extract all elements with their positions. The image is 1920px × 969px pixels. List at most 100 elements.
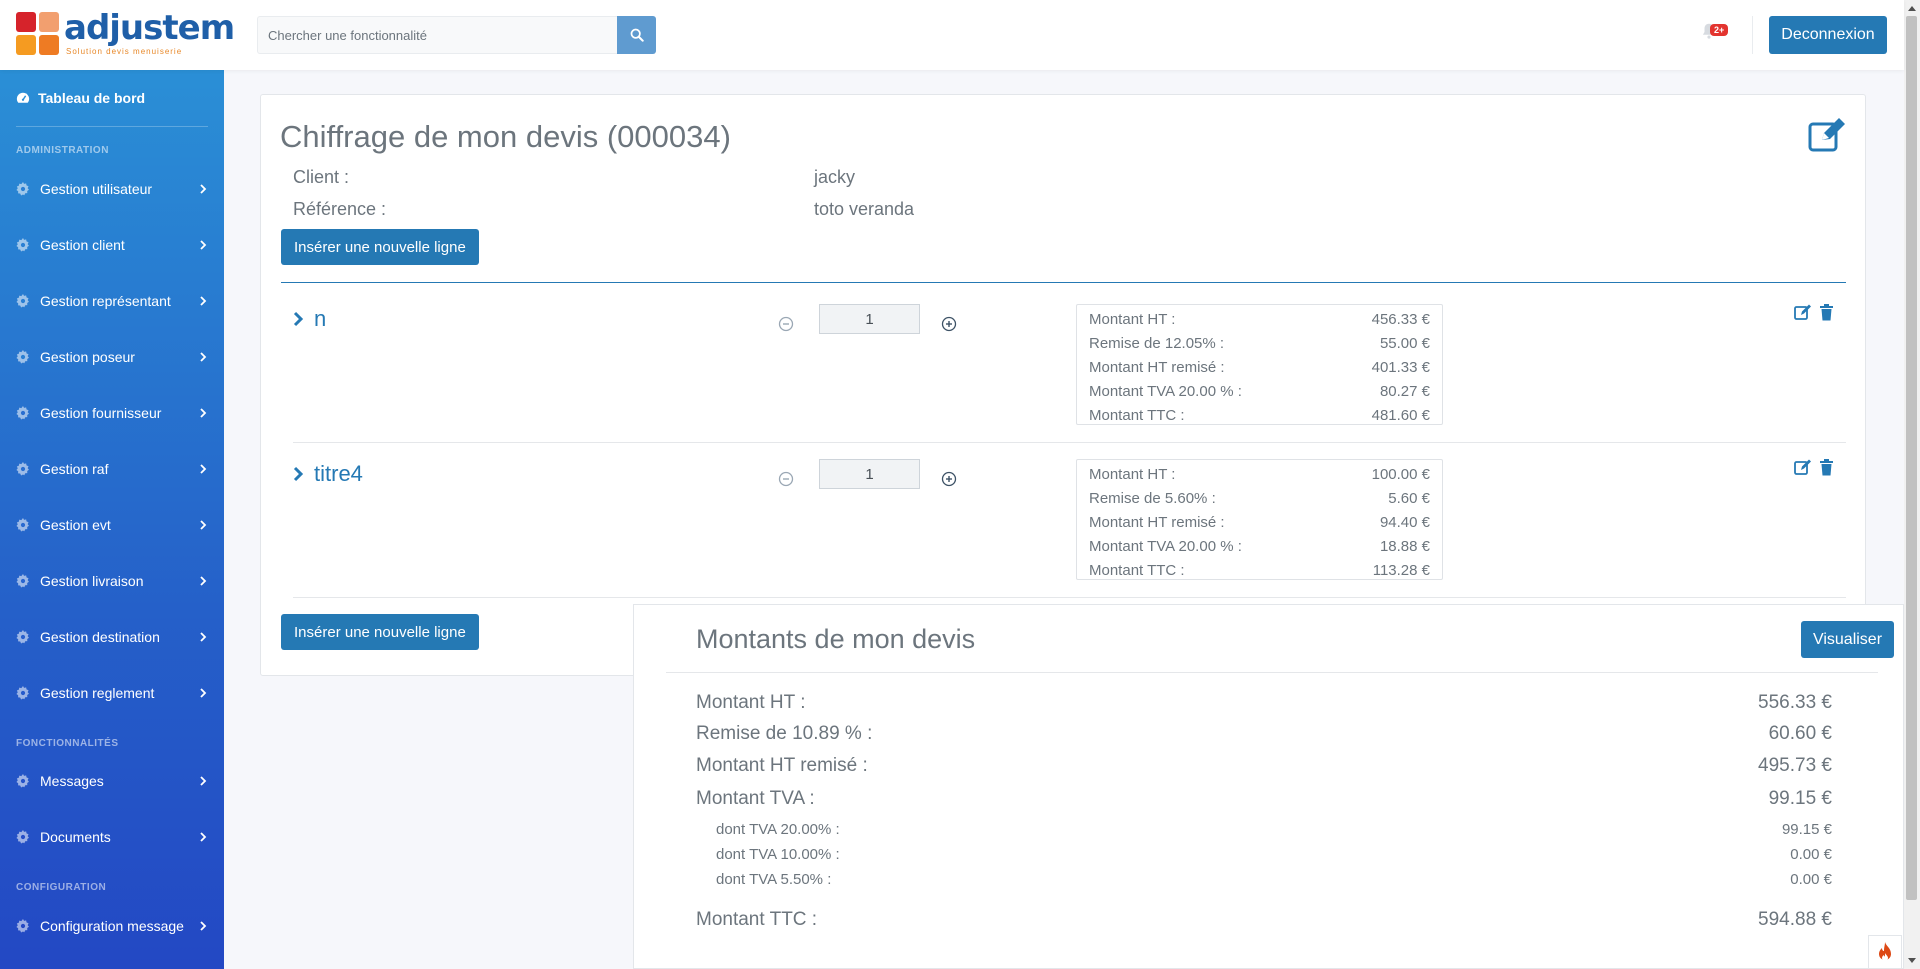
arrow-up-icon	[1908, 6, 1916, 11]
amount-label: Montant TVA 20.00 % :	[1089, 538, 1242, 555]
sidebar-item-label: Gestion client	[40, 237, 125, 253]
sidebar-item-label: Tableau de bord	[38, 90, 146, 106]
delete-line-button[interactable]	[1819, 304, 1836, 321]
edit-line-button[interactable]	[1794, 459, 1811, 476]
chevron-right-icon	[198, 408, 208, 418]
sidebar-item-raf[interactable]: Gestion raf	[16, 457, 208, 481]
sidebar-item-delivery[interactable]: Gestion livraison	[16, 569, 208, 593]
reference-label: Référence :	[293, 199, 387, 219]
notification-badge: 2+	[1710, 24, 1729, 36]
summary-label: Montant HT remisé :	[696, 755, 868, 776]
quote-line-toggle[interactable]: n	[293, 306, 326, 332]
divider	[293, 442, 1846, 443]
chevron-right-icon	[198, 776, 208, 786]
summary-value: 495.73 €	[1758, 755, 1832, 776]
edit-icon	[1808, 118, 1845, 152]
gear-icon	[16, 630, 30, 644]
plus-circle-icon	[941, 316, 957, 332]
amount-value: 100.00 €	[1371, 466, 1430, 483]
insert-line-button[interactable]: Insérer une nouvelle ligne	[281, 614, 479, 650]
sidebar-heading-administration: ADMINISTRATION	[16, 145, 109, 156]
gear-icon	[16, 686, 30, 700]
visualise-button[interactable]: Visualiser	[1801, 621, 1894, 658]
amount-label: Montant HT :	[1089, 466, 1176, 483]
amount-row: Montant TTC : 481.60 €	[1089, 404, 1430, 428]
fire-icon	[1879, 942, 1891, 961]
decrease-quantity-button[interactable]	[778, 471, 794, 487]
gear-icon	[16, 294, 30, 308]
sidebar-item-installers[interactable]: Gestion poseur	[16, 345, 208, 369]
sidebar-item-messages[interactable]: Messages	[16, 769, 208, 793]
chevron-right-icon	[293, 466, 304, 482]
logo-mark	[16, 12, 60, 56]
tva-label: dont TVA 10.00% :	[716, 846, 840, 863]
edit-line-button[interactable]	[1794, 304, 1811, 321]
line-actions	[1794, 304, 1836, 321]
gear-icon	[16, 462, 30, 476]
amount-label: Remise de 5.60% :	[1089, 490, 1216, 507]
minus-circle-icon	[778, 471, 794, 487]
reference-value: toto veranda	[814, 199, 915, 219]
quote-line-title: n	[314, 306, 327, 331]
quantity-input[interactable]	[819, 459, 920, 489]
insert-line-button[interactable]: Insérer une nouvelle ligne	[281, 229, 479, 265]
search-icon	[630, 28, 644, 42]
search-button[interactable]	[617, 16, 656, 54]
sidebar-item-users[interactable]: Gestion utilisateur	[16, 177, 208, 201]
amount-row: Montant TVA 20.00 % : 18.88 €	[1089, 535, 1430, 559]
decrease-quantity-button[interactable]	[778, 316, 794, 332]
quote-card	[260, 94, 1866, 676]
sidebar-item-suppliers[interactable]: Gestion fournisseur	[16, 401, 208, 425]
edit-quote-button[interactable]	[1808, 118, 1846, 152]
line-actions	[1794, 459, 1836, 476]
scroll-down-button[interactable]	[1904, 953, 1920, 969]
amount-label: Montant TTC :	[1089, 562, 1185, 579]
tva-value: 99.15 €	[1781, 821, 1832, 838]
gear-icon	[16, 182, 30, 196]
summary-value: 556.33 €	[1758, 692, 1832, 713]
scrollbar-thumb[interactable]	[1906, 16, 1917, 900]
quantity-input[interactable]	[819, 304, 920, 334]
sidebar-item-events[interactable]: Gestion evt	[16, 513, 208, 537]
logo-tagline: Solution devis menuiserie	[66, 47, 183, 56]
sidebar-item-label: Configuration message	[40, 918, 184, 934]
logout-button[interactable]: Deconnexion	[1769, 16, 1887, 54]
divider	[1752, 16, 1753, 54]
gear-icon	[16, 830, 30, 844]
client-label: Client :	[293, 167, 350, 187]
sidebar-item-representatives[interactable]: Gestion représentant	[16, 289, 208, 313]
sidebar-item-clients[interactable]: Gestion client	[16, 233, 208, 257]
amount-value: 113.28 €	[1372, 562, 1430, 579]
sidebar-item-label: Gestion raf	[40, 461, 109, 477]
amount-row: Montant HT remisé : 94.40 €	[1089, 511, 1430, 535]
edit-icon	[1794, 304, 1811, 320]
sidebar-item-payment[interactable]: Gestion reglement	[16, 681, 208, 705]
sidebar-item-destination[interactable]: Gestion destination	[16, 625, 208, 649]
sidebar-item-label: Gestion poseur	[40, 349, 135, 365]
increase-quantity-button[interactable]	[941, 316, 957, 332]
debug-toolbar-button[interactable]	[1868, 935, 1902, 969]
increase-quantity-button[interactable]	[941, 471, 957, 487]
arrow-down-icon	[1908, 958, 1916, 963]
chevron-right-icon	[198, 632, 208, 642]
quote-line-toggle[interactable]: titre4	[293, 461, 363, 487]
amount-label: Montant HT remisé :	[1089, 359, 1225, 376]
amount-row: Remise de 5.60% : 5.60 €	[1089, 487, 1430, 511]
sidebar-item-message-config[interactable]: Configuration message	[16, 914, 208, 938]
sidebar-item-documents[interactable]: Documents	[16, 825, 208, 849]
divider	[666, 672, 1878, 673]
amount-label: Remise de 12.05% :	[1089, 335, 1225, 352]
amount-value: 94.40 €	[1379, 514, 1430, 531]
amount-value: 55.00 €	[1379, 335, 1430, 352]
scroll-up-button[interactable]	[1904, 0, 1920, 16]
tva-label: dont TVA 20.00% :	[716, 821, 840, 838]
search-input[interactable]	[257, 16, 617, 54]
sidebar-item-dashboard[interactable]: Tableau de bord	[16, 90, 145, 106]
delete-line-button[interactable]	[1819, 459, 1836, 476]
gear-icon	[16, 406, 30, 420]
dashboard-icon	[16, 92, 30, 103]
gear-icon	[16, 774, 30, 788]
logo[interactable]: adjustem Solution devis menuiserie	[16, 8, 235, 58]
divider	[281, 282, 1846, 283]
line-amounts: Montant HT : 100.00 € Remise de 5.60% : 5.…	[1076, 459, 1443, 580]
